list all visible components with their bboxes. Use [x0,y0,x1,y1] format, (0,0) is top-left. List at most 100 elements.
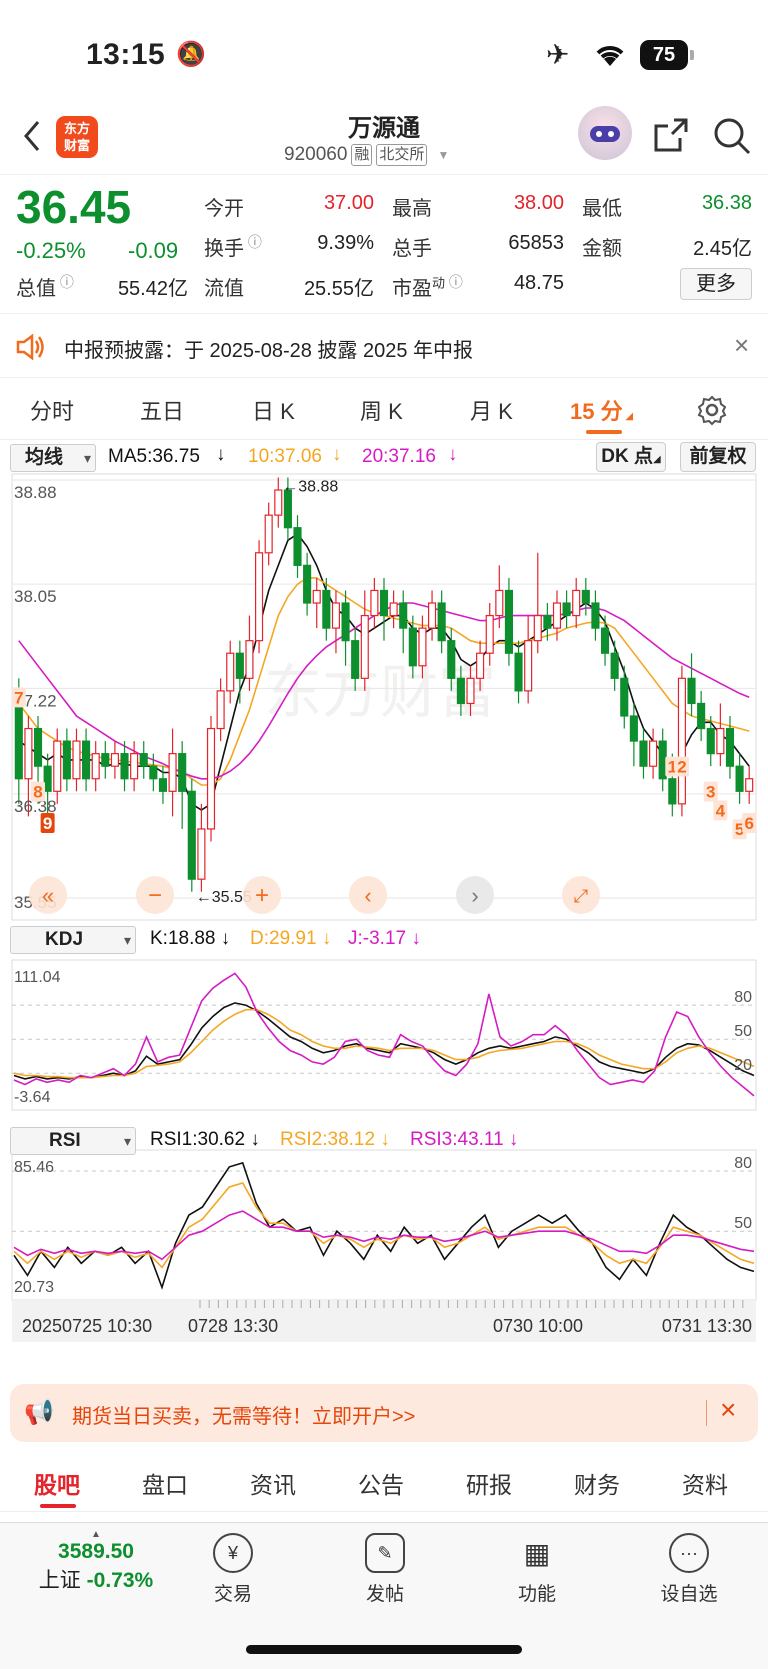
stock-header: 东方 财富 万源通 920060 融 北交所 ▼ [0,100,768,175]
candle-body [639,740,648,767]
trade-button[interactable]: ¥ 交易 [188,1533,278,1606]
pe-label[interactable]: 市盈动 ⓘ [392,272,463,301]
ma20-arrow: ↓ [448,444,458,465]
share-icon[interactable] [652,116,690,154]
search-icon[interactable] [712,116,752,156]
robot-assistant-icon[interactable] [578,106,632,160]
change-value: -0.09 [128,238,179,263]
y-tick-label: 20.73 [14,1279,54,1296]
candle-body [649,740,658,767]
y-tick-label: 38.88 [14,483,57,502]
zoom-in-button[interactable]: + [243,876,281,914]
candle-body [562,602,571,617]
tab-news[interactable]: 资讯 [250,1466,296,1500]
fullscreen-button[interactable]: ⤢ [562,876,600,914]
turnover-value: 9.39% [317,232,374,254]
fast-rewind-button[interactable]: « [29,876,67,914]
sequence-mark-label: 8 [33,783,42,802]
caret-up-icon: ▲ [91,1529,101,1540]
candle-body [149,765,158,780]
candle-body [303,564,312,604]
candle-body [514,652,523,692]
margin-tag: 融 [351,144,373,166]
candle [187,778,196,892]
svg-text:«: « [42,883,54,908]
post-button[interactable]: ✎ 发帖 [340,1533,430,1606]
index-ticker[interactable]: ▲ 3589.50 上证 -0.73% [26,1529,166,1594]
tab-intraday[interactable]: 分时 [30,394,74,426]
volume-value: 65853 [508,232,564,254]
tab-weekly-k[interactable]: 周 K [360,394,403,426]
y-tick-label: 85.46 [14,1159,54,1176]
gear-icon[interactable] [696,394,728,426]
kline-chart-area[interactable]: 东方财富 38.8838.0537.2236.3835.55←38.88←35.… [0,472,768,1342]
candle-body [437,602,446,642]
candle-body [168,753,177,792]
tab-announcements[interactable]: 公告 [358,1466,404,1500]
tab-15min[interactable]: 15 分 ◢ [570,394,633,426]
reference-label: 50 [734,1215,752,1232]
mute-icon: 🔕 [176,41,206,68]
yen-exchange-icon: ¥ [213,1533,253,1573]
ad-divider [706,1400,707,1426]
ma10-arrow: ↓ [332,444,342,465]
candle-body [629,715,638,742]
mktcap-label[interactable]: 总值 ⓘ [16,272,74,301]
svg-text:›: › [471,883,478,908]
megaphone-icon: 📢 [24,1399,54,1426]
candle-body [197,828,206,880]
ma-selector[interactable]: 均线 [10,444,96,472]
candle-body [456,677,465,705]
futures-ad-banner[interactable]: 📢 期货当日买卖，无需等待！立即开户>> × [10,1384,758,1442]
candle-body [552,602,562,629]
rsi-selector[interactable]: RSI [10,1127,136,1155]
y-tick-label: 111.04 [14,969,61,986]
zoom-out-button[interactable]: − [136,876,174,914]
kdj-selector[interactable]: KDJ [10,926,136,954]
sequence-mark: 6 [742,812,757,833]
close-icon[interactable]: × [720,1394,736,1426]
stock-code-row[interactable]: 920060 融 北交所 ▼ [284,144,449,166]
ma20-value: 20:37.16 [362,446,436,467]
candle-body [312,589,321,604]
adjust-button[interactable]: 前复权 [680,442,756,472]
candle-body [600,627,610,654]
tab-profile[interactable]: 资料 [682,1466,728,1500]
tab-five-day[interactable]: 五日 [140,394,184,426]
tab-daily-k[interactable]: 日 K [252,394,295,426]
tab-order-book[interactable]: 盘口 [142,1466,188,1500]
candle-body [572,589,581,617]
ma5-arrow: ↓ [216,444,226,465]
pencil-icon: ✎ [365,1533,405,1573]
candle-body [668,778,677,805]
report-notice-bar[interactable]: 中报预披露：于 2025-08-28 披露 2025 年中报 × [0,316,768,378]
candle-body [33,727,43,767]
next-button[interactable]: › [456,876,494,914]
index-value: 3589.50 [58,1540,134,1563]
sequence-mark: 9 [40,812,55,833]
reference-label: 20 [734,1057,752,1074]
candle-body [283,489,292,529]
more-button[interactable]: 更多 [680,268,752,300]
chevron-down-icon: ▼ [437,148,450,162]
dk-point-button[interactable]: DK 点◢ [596,442,666,472]
high-label: 最高 [392,198,432,220]
info-icon: ⓘ [445,274,463,290]
tab-finance[interactable]: 财务 [574,1466,620,1500]
sequence-mark-label: 9 [43,814,52,833]
tab-research[interactable]: 研报 [466,1466,512,1500]
kdj-k-value: K:18.88 ↓ [150,928,231,949]
turnover-label[interactable]: 换手 ⓘ [204,232,262,261]
add-watchlist-button[interactable]: ··· 设自选 [644,1533,734,1606]
previous-button[interactable]: ‹ [349,876,387,914]
candle-body [370,589,379,617]
low-value: 36.38 [701,192,752,214]
candle-body [658,740,667,780]
candle-body [447,640,456,679]
candle [206,715,216,842]
candle-body [620,677,629,717]
close-icon[interactable]: × [734,330,749,361]
tab-guba[interactable]: 股吧 [34,1466,80,1500]
tab-monthly-k[interactable]: 月 K [470,394,513,426]
functions-button[interactable]: ▦ 功能 [492,1533,582,1606]
